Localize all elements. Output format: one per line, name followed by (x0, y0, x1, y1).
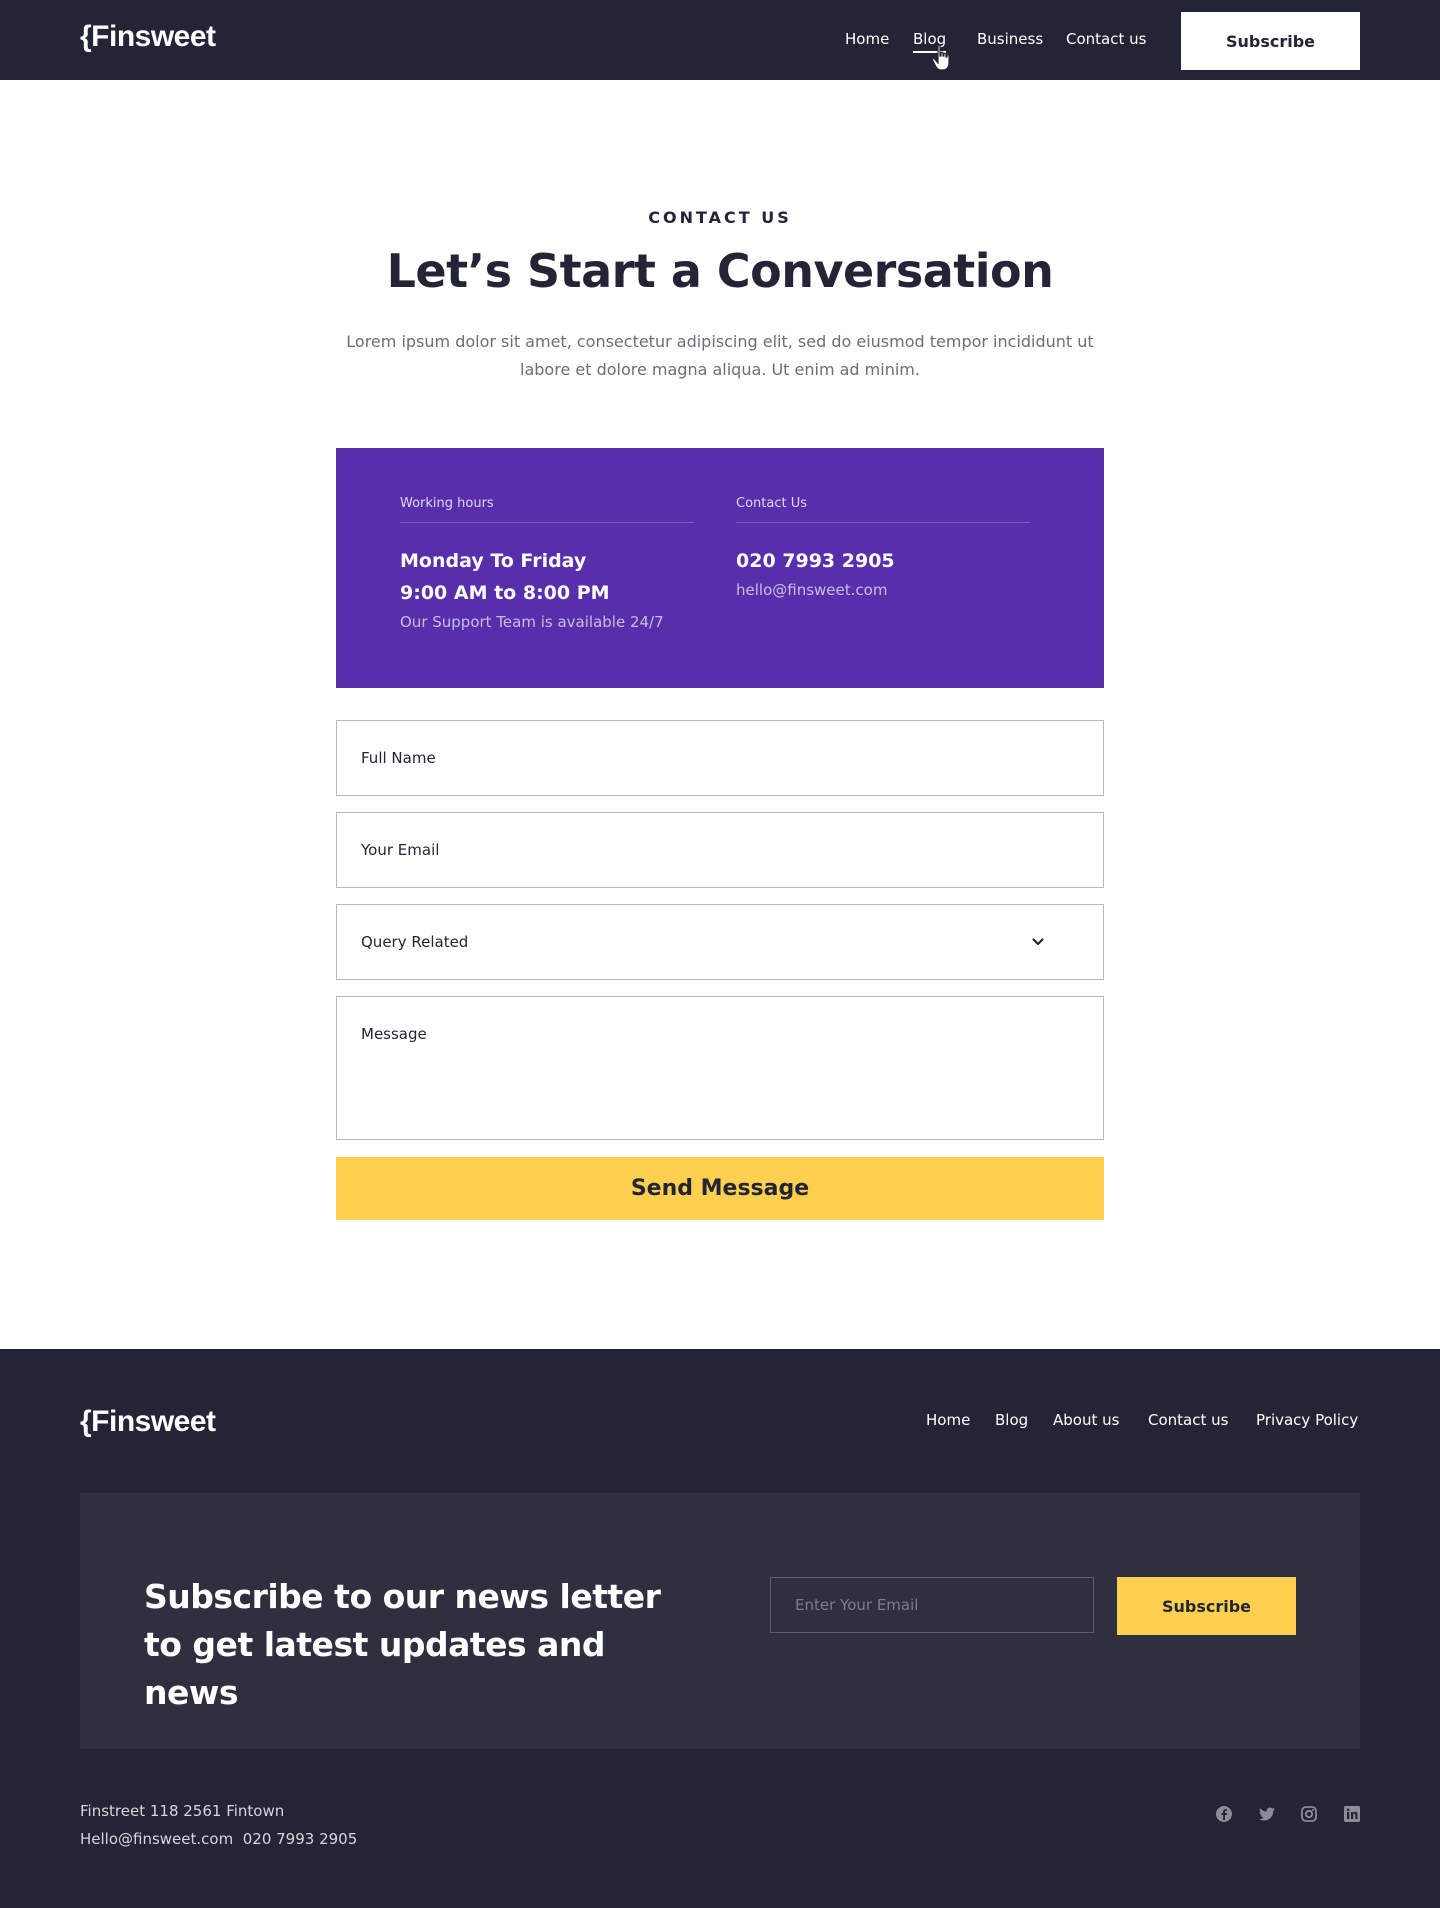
working-hours: 9:00 AM to 8:00 PM (400, 582, 610, 604)
section-eyebrow: CONTACT US (648, 208, 792, 227)
site-header: {Finsweet Home Blog Business Contact us … (0, 0, 1440, 80)
query-select[interactable]: Query Related (336, 904, 1104, 980)
hand-cursor-icon (931, 44, 950, 71)
divider (400, 522, 694, 523)
footer-address-block: Finstreet 118 2561 Fintown Hello@finswee… (80, 1797, 357, 1853)
chevron-down-icon (1032, 938, 1044, 946)
header-subscribe-button[interactable]: Subscribe (1181, 12, 1360, 70)
working-hours-column: Working hours Monday To Friday 9:00 AM t… (400, 496, 694, 635)
newsletter-subscribe-button[interactable]: Subscribe (1117, 1577, 1296, 1635)
contact-column: Contact Us 020 7993 2905 hello@finsweet.… (736, 496, 1030, 603)
newsletter-panel: Subscribe to our news letter to get late… (80, 1493, 1360, 1749)
divider (736, 522, 1030, 523)
newsletter-title: Subscribe to our news letter to get late… (144, 1577, 661, 1712)
footer-contact-line: Hello@finsweet.com 020 7993 2905 (80, 1830, 358, 1848)
footer-nav-privacy-policy[interactable]: Privacy Policy (1256, 1411, 1358, 1429)
intro-text: Lorem ipsum dolor sit amet, consectetur … (346, 332, 1094, 379)
contact-label: Contact Us (736, 496, 807, 511)
newsletter-email-input[interactable] (770, 1577, 1094, 1633)
message-field[interactable]: Message (336, 996, 1104, 1140)
footer-nav-blog[interactable]: Blog (995, 1411, 1028, 1429)
contact-phone[interactable]: 020 7993 2905 (736, 545, 1030, 577)
full-name-field[interactable]: Full Name (336, 720, 1104, 796)
header-logo[interactable]: {Finsweet (80, 20, 216, 54)
footer-nav-contact-us[interactable]: Contact us (1148, 1411, 1228, 1429)
footer-nav-home[interactable]: Home (926, 1411, 970, 1429)
working-days: Monday To Friday (400, 550, 587, 572)
contact-info-card: Working hours Monday To Friday 9:00 AM t… (336, 448, 1104, 688)
facebook-icon[interactable] (1215, 1805, 1233, 1823)
twitter-icon[interactable] (1258, 1805, 1276, 1823)
nav-contact-us[interactable]: Contact us (1066, 30, 1146, 48)
email-field[interactable]: Your Email (336, 812, 1104, 888)
footer-nav-about-us[interactable]: About us (1053, 1411, 1119, 1429)
instagram-icon[interactable] (1300, 1805, 1318, 1823)
site-footer: {Finsweet Home Blog About us Contact us … (0, 1349, 1440, 1908)
send-message-button[interactable]: Send Message (336, 1157, 1104, 1220)
page-title: Let’s Start a Conversation (386, 244, 1054, 298)
nav-business[interactable]: Business (977, 30, 1043, 48)
support-note: Our Support Team is available 24/7 (400, 613, 664, 631)
footer-address: Finstreet 118 2561 Fintown (80, 1802, 285, 1820)
linkedin-icon[interactable] (1343, 1805, 1361, 1823)
working-hours-label: Working hours (400, 496, 494, 511)
nav-home[interactable]: Home (845, 30, 889, 48)
query-select-value: Query Related (361, 933, 469, 951)
contact-email[interactable]: hello@finsweet.com (736, 577, 1030, 603)
footer-logo[interactable]: {Finsweet (80, 1405, 216, 1439)
